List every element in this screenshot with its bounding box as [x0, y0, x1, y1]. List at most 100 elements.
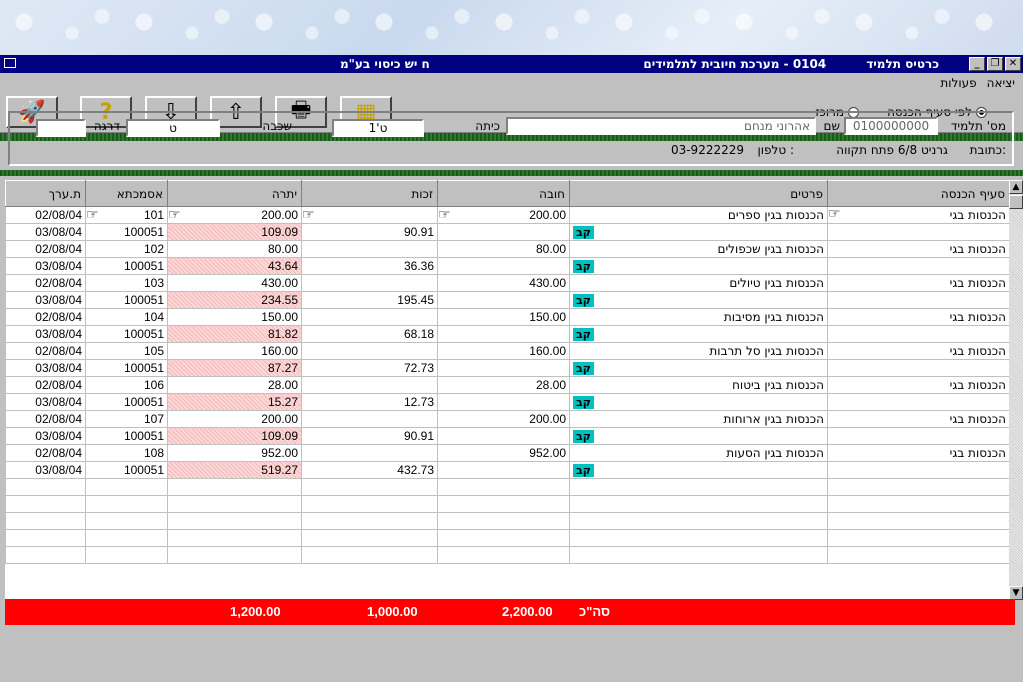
pointing-hand-icon: ☞: [302, 206, 315, 223]
table-row[interactable]: 03/08/04 100051 43.64 36.36 קב: [5, 257, 1009, 275]
cell-debit: 200.00 ☞: [437, 206, 570, 224]
menu-actions[interactable]: פעולות: [940, 76, 976, 90]
phone-value: 03-9222229: [670, 143, 744, 157]
cell-balance: 80.00: [167, 240, 302, 258]
col-header-ref[interactable]: אסמכתא: [85, 180, 168, 207]
empty-cell: [5, 512, 86, 530]
table-row[interactable]: 03/08/04 100051 87.27 72.73 קב: [5, 359, 1009, 377]
cell-balance: 200.00: [167, 410, 302, 428]
scroll-down-icon[interactable]: ▼: [1009, 586, 1023, 600]
cell-date: 03/08/04: [5, 393, 86, 411]
empty-cell: [167, 546, 302, 564]
cell-date: 02/08/04: [5, 410, 86, 428]
vertical-scrollbar[interactable]: ▲ ▼: [1009, 180, 1023, 600]
table-row[interactable]: 03/08/04 100051 81.82 68.18 קב: [5, 325, 1009, 343]
empty-cell: [301, 529, 438, 547]
details-text: הכנסות בגין מסיבות: [723, 310, 824, 324]
table-row[interactable]: 03/08/04 100051 109.09 90.91 קב: [5, 427, 1009, 445]
cell-section: [827, 257, 1009, 275]
kav-badge[interactable]: קב: [573, 328, 594, 341]
cell-details: הכנסות בגין סל תרבות: [569, 342, 828, 360]
transactions-table: ת.ערך אסמכתא יתרה זכות חובה פרטים סעיף ה…: [5, 180, 1009, 564]
kav-badge[interactable]: קב: [573, 430, 594, 443]
empty-cell: [437, 512, 570, 530]
kav-badge[interactable]: קב: [573, 396, 594, 409]
class-field[interactable]: ט'1: [332, 119, 424, 137]
cell-balance: 519.27: [167, 461, 302, 479]
table-row[interactable]: 03/08/04 100051 234.55 195.45 קב: [5, 291, 1009, 309]
cell-details: קב: [569, 257, 828, 275]
empty-row: [5, 478, 1009, 496]
cell-debit: [437, 325, 570, 343]
cell-credit: 68.18: [301, 325, 438, 343]
cell-debit: [437, 427, 570, 445]
cell-section: הכנסות בגי: [827, 444, 1009, 462]
cell-balance: 43.64: [167, 257, 302, 275]
table-row[interactable]: 02/08/04 103 430.00 430.00 הכנסות בגין טיולי…: [5, 274, 1009, 292]
close-button[interactable]: ✕: [1005, 57, 1021, 71]
empty-row: [5, 495, 1009, 513]
table-row[interactable]: 03/08/04 100051 15.27 12.73 קב: [5, 393, 1009, 411]
grade-field[interactable]: ט: [126, 119, 220, 137]
col-header-debit[interactable]: חובה: [437, 180, 570, 207]
table-row[interactable]: 03/08/04 100051 109.09 90.91 קב: [5, 223, 1009, 241]
scroll-up-icon[interactable]: ▲: [1009, 180, 1023, 194]
cell-ref: 108: [85, 444, 168, 462]
cell-debit: 952.00: [437, 444, 570, 462]
divider-band-2: [0, 170, 1023, 176]
details-text: הכנסות בגין ארוחות: [723, 412, 824, 426]
student-id-field[interactable]: 0100000000: [844, 117, 938, 135]
transactions-grid[interactable]: ת.ערך אסמכתא יתרה זכות חובה פרטים סעיף ה…: [5, 180, 1009, 600]
minimize-button[interactable]: _: [969, 57, 985, 71]
table-row[interactable]: 02/08/04 104 150.00 150.00 הכנסות בגין מסיבו…: [5, 308, 1009, 326]
cell-balance: 81.82: [167, 325, 302, 343]
table-row[interactable]: 02/08/04 107 200.00 200.00 הכנסות בגין ארוחו…: [5, 410, 1009, 428]
table-row[interactable]: 03/08/04 100051 519.27 432.73 קב: [5, 461, 1009, 479]
kav-badge[interactable]: קב: [573, 362, 594, 375]
kav-badge[interactable]: קב: [573, 260, 594, 273]
empty-cell: [569, 529, 828, 547]
kav-badge[interactable]: קב: [573, 294, 594, 307]
cell-ref: 102: [85, 240, 168, 258]
menu-exit[interactable]: יציאה: [987, 76, 1015, 90]
cell-ref: 100051: [85, 325, 168, 343]
cell-balance: 109.09: [167, 223, 302, 241]
cell-credit: [301, 342, 438, 360]
table-row[interactable]: 02/08/04 102 80.00 80.00 הכנסות בגין שכפולים…: [5, 240, 1009, 258]
cell-details: הכנסות בגין ארוחות: [569, 410, 828, 428]
window-subtitle: 0104 - מערכת חיובית לתלמידים: [643, 57, 827, 71]
table-row[interactable]: 02/08/04 106 28.00 28.00 הכנסות בגין ביטוח הכ…: [5, 376, 1009, 394]
table-row[interactable]: 02/08/04 108 952.00 952.00 הכנסות בגין הסעות…: [5, 444, 1009, 462]
table-header-row: ת.ערך אסמכתא יתרה זכות חובה פרטים סעיף ה…: [5, 180, 1009, 207]
cell-debit: 150.00: [437, 308, 570, 326]
empty-cell: [85, 529, 168, 547]
name-field[interactable]: אהרוני מנחם: [506, 117, 816, 135]
cell-details: קב: [569, 223, 828, 241]
total-label: סה"כ: [579, 604, 611, 619]
cell-ref: 103: [85, 274, 168, 292]
col-header-section[interactable]: סעיף הכנסה: [827, 180, 1009, 207]
empty-cell: [569, 546, 828, 564]
col-header-date[interactable]: ת.ערך: [5, 180, 86, 207]
table-row[interactable]: 02/08/04 101 ☞ 200.00 ☞ ☞ 200.00 ☞ הכנסות בגין ס…: [5, 206, 1009, 224]
kav-badge[interactable]: קב: [573, 464, 594, 477]
empty-cell: [437, 546, 570, 564]
cell-balance: 234.55: [167, 291, 302, 309]
empty-cell: [5, 478, 86, 496]
level-field[interactable]: [36, 119, 86, 137]
details-text: הכנסות בגין ביטוח: [732, 378, 824, 392]
empty-cell: [85, 478, 168, 496]
empty-cell: [167, 512, 302, 530]
empty-cell: [437, 478, 570, 496]
kav-badge[interactable]: קב: [573, 226, 594, 239]
col-header-credit[interactable]: זכות: [301, 180, 438, 207]
col-header-balance[interactable]: יתרה: [167, 180, 302, 207]
col-header-details[interactable]: פרטים: [569, 180, 828, 207]
cell-section: הכנסות בגי: [827, 308, 1009, 326]
table-row[interactable]: 02/08/04 105 160.00 160.00 הכנסות בגין סל תר…: [5, 342, 1009, 360]
restore-button[interactable]: ❐: [987, 57, 1003, 71]
cell-credit: [301, 274, 438, 292]
scroll-thumb[interactable]: [1009, 195, 1023, 209]
system-menu-icon[interactable]: [4, 58, 16, 68]
student-id-label: מס' תלמיד: [950, 119, 1006, 133]
